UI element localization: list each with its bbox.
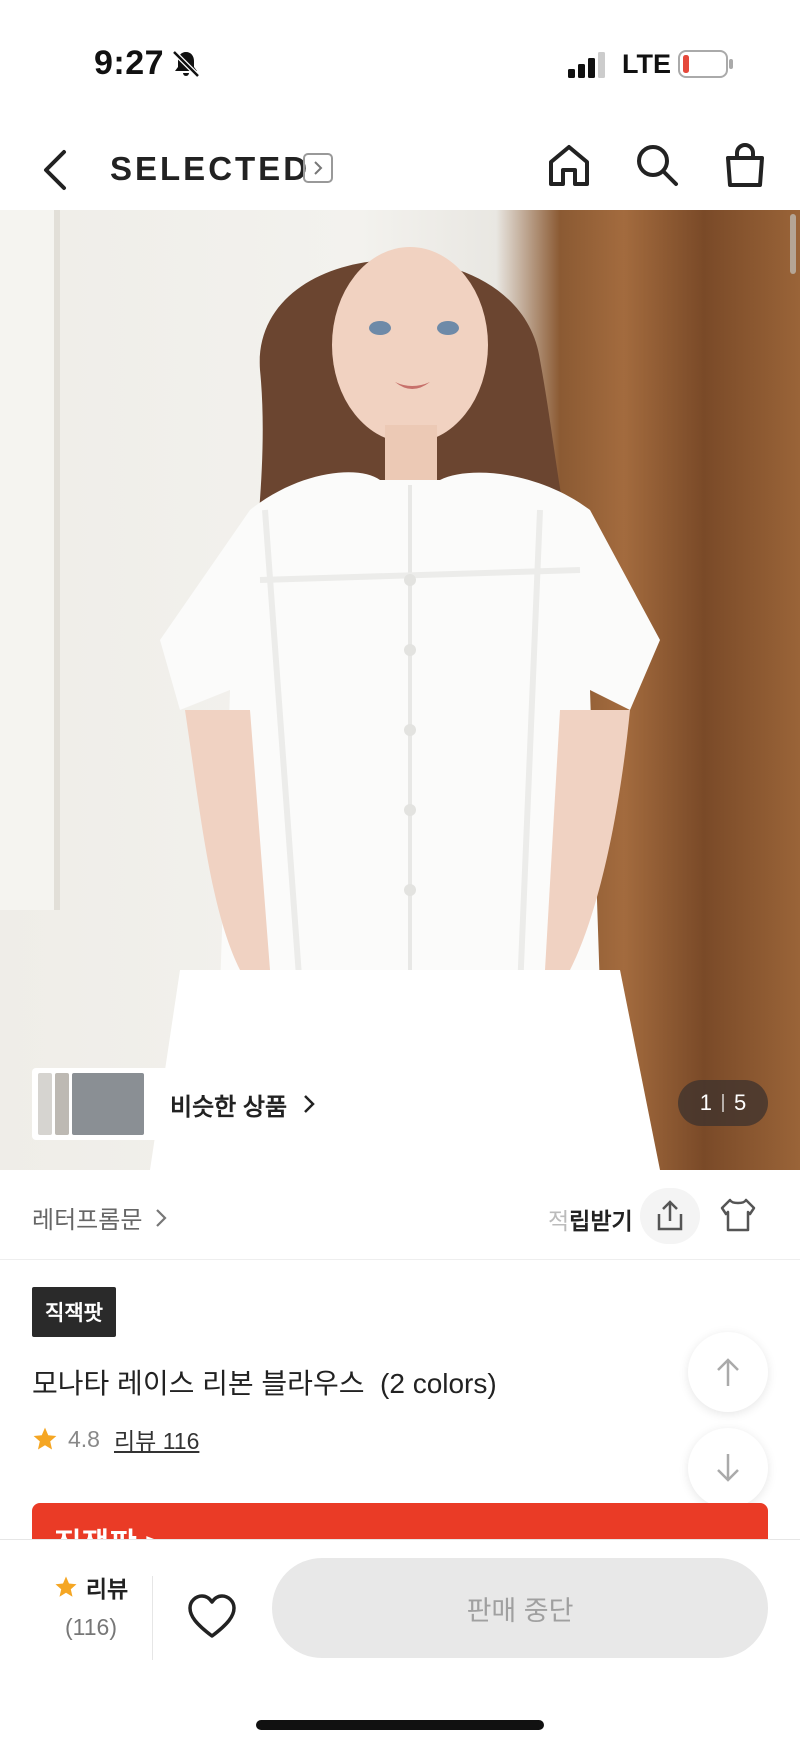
status-bar: 9:27 LTE (0, 0, 800, 120)
home-icon[interactable] (546, 142, 592, 188)
review-link[interactable]: 리뷰 116 (114, 1422, 199, 1456)
chevron-right-icon (156, 1208, 167, 1227)
promo-text: 직잭팟 > (54, 1519, 163, 1539)
share-icon (657, 1200, 683, 1231)
scroll-bottom-button[interactable] (688, 1428, 768, 1508)
search-icon[interactable] (634, 142, 680, 188)
rating-row: 4.8 리뷰 116 (32, 1422, 199, 1456)
store-name: 레터프롬문 (32, 1207, 143, 1234)
store-row: 레터프롬문 적립받기 (0, 1170, 800, 1260)
jackpot-badge: 직잭팟 (32, 1287, 116, 1337)
battery-low-icon (678, 50, 733, 78)
back-icon[interactable] (38, 148, 74, 192)
product-title: 모나타 레이스 리본 블라우스 (2 colors) (32, 1368, 497, 1399)
arrow-down-icon (717, 1454, 739, 1482)
points-label[interactable]: 적립받기 (548, 1202, 633, 1236)
review-count: (116) (65, 1614, 117, 1640)
bell-slash-icon (172, 50, 200, 78)
page-current: 1 (699, 1090, 712, 1115)
star-icon (33, 1427, 57, 1450)
similar-products-label: 비슷한 상품 (170, 1093, 288, 1121)
signal-icon (568, 52, 605, 78)
scroll-top-button[interactable] (688, 1332, 768, 1412)
review-tab[interactable]: 리뷰 (116) (32, 1570, 150, 1641)
image-scrollbar (790, 214, 796, 274)
image-page-counter: 1 5 (678, 1080, 768, 1126)
heart-icon[interactable] (186, 1592, 238, 1644)
home-indicator (256, 1720, 544, 1730)
status-time: 9:27 (94, 44, 165, 82)
arrow-up-icon (717, 1358, 739, 1386)
jackpot-promo-banner[interactable]: 직잭팟 > (32, 1503, 768, 1539)
chevron-right-icon[interactable] (303, 153, 333, 183)
shopping-bag-icon[interactable] (722, 142, 768, 188)
chevron-right-icon (304, 1095, 315, 1113)
store-link[interactable]: 레터프롬문 (32, 1200, 168, 1235)
sold-out-button[interactable]: 판매 중단 (272, 1558, 768, 1658)
similar-thumbnail (38, 1073, 144, 1135)
network-label: LTE (622, 49, 671, 79)
top-navigation: SELECTED (0, 120, 800, 210)
divider (152, 1576, 153, 1660)
product-image-carousel[interactable]: 비슷한 상품 1 5 (0, 210, 800, 1170)
bottom-action-bar: 리뷰 (116) 판매 중단 (0, 1539, 800, 1740)
page-total: 5 (734, 1090, 747, 1115)
brand-title[interactable]: SELECTED (110, 150, 310, 188)
share-button[interactable] (640, 1188, 700, 1244)
rating-value: 4.8 (68, 1425, 100, 1452)
review-tab-label: 리뷰 (85, 1576, 129, 1602)
hanger-icon[interactable] (716, 1192, 760, 1236)
similar-products-button[interactable]: 비슷한 상품 (32, 1068, 346, 1140)
star-icon (55, 1576, 77, 1597)
product-photo (150, 247, 660, 1170)
